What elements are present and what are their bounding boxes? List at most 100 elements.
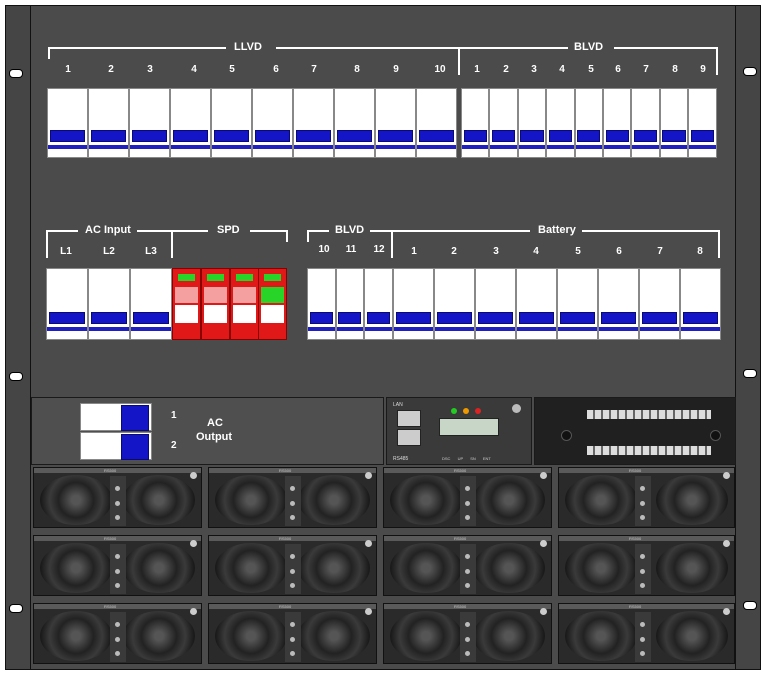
ac-input-label: AC Input	[85, 224, 131, 236]
rectifier-module-r3c4[interactable]: RS500	[558, 603, 735, 664]
rectifier-indicator	[290, 569, 295, 574]
rectifier-module-r1c1[interactable]: RS500	[33, 467, 202, 528]
llvd-breaker-1[interactable]	[47, 88, 88, 158]
llvd-breaker-10[interactable]	[416, 88, 457, 158]
battery-breaker-4[interactable]	[516, 268, 557, 340]
ac-output-label-line1: AC	[207, 417, 223, 429]
rectifier-module-r2c4[interactable]: RS500	[558, 535, 735, 596]
rectifier-model-label: RS500	[454, 536, 467, 541]
rectifier-latch-knob[interactable]	[190, 608, 197, 615]
llvd-breaker-2[interactable]	[88, 88, 129, 158]
rectifier-latch-knob[interactable]	[190, 472, 197, 479]
rectifier-indicator	[640, 622, 645, 627]
battery-breaker-6[interactable]	[598, 268, 639, 340]
blvd-mid-breaker-10[interactable]	[307, 268, 336, 340]
llvd-breaker-3[interactable]	[129, 88, 170, 158]
llvd-breaker-5[interactable]	[211, 88, 252, 158]
rectifier-module-r2c2[interactable]: RS500	[208, 535, 377, 596]
blvd-top-breaker-3[interactable]	[517, 88, 547, 158]
ac-output-breaker-2[interactable]	[80, 432, 152, 460]
battery-label: Battery	[538, 224, 576, 236]
rectifier-model-label: RS500	[454, 604, 467, 609]
fan-right-icon	[656, 543, 728, 593]
ac-input-L2: L2	[103, 246, 115, 257]
blvd-top-breaker-7[interactable]	[631, 88, 660, 158]
rectifier-handle	[34, 468, 201, 473]
rectifier-indicator	[115, 622, 120, 627]
rectifier-model-label: RS500	[629, 536, 642, 541]
spd-module-4[interactable]	[258, 268, 288, 340]
mounting-hole	[743, 601, 757, 610]
blvd-top-breaker-5[interactable]	[574, 88, 603, 158]
blvd-mid-breaker-12[interactable]	[364, 268, 393, 340]
battery-breaker-8[interactable]	[680, 268, 721, 340]
llvd-breaker-9[interactable]	[375, 88, 416, 158]
blvd-top-breaker-2[interactable]	[489, 88, 518, 158]
ac-input-breaker-L1[interactable]	[46, 268, 88, 340]
battery-breaker-2[interactable]	[434, 268, 475, 340]
breaker-busbar	[417, 145, 456, 149]
blvd-mid-breaker-11[interactable]	[335, 268, 364, 340]
rectifier-latch-knob[interactable]	[365, 540, 372, 547]
lan-port[interactable]	[397, 410, 421, 427]
battery-breaker-7[interactable]	[639, 268, 680, 340]
ac-output-breaker-1[interactable]	[80, 403, 152, 431]
rectifier-latch-knob[interactable]	[540, 472, 547, 479]
rectifier-latch-knob[interactable]	[540, 608, 547, 615]
breaker-busbar	[130, 145, 169, 149]
rectifier-indicator	[290, 637, 295, 642]
spd-module-3[interactable]	[229, 268, 259, 340]
rectifier-module-r1c4[interactable]: RS500	[558, 467, 735, 528]
llvd-number-4: 4	[191, 64, 197, 75]
breaker-busbar	[517, 327, 556, 331]
spd-status-flag	[232, 287, 256, 303]
blvd-top-breaker-1[interactable]	[461, 88, 490, 158]
rectifier-module-r3c1[interactable]: RS500	[33, 603, 202, 664]
blvd-top-breaker-4[interactable]	[546, 88, 575, 158]
blvd-top-breaker-6[interactable]	[603, 88, 632, 158]
controller-keys[interactable]: DSC UP SN ENT	[442, 456, 491, 461]
rectifier-module-r3c3[interactable]: RS500	[383, 603, 552, 664]
battery-breaker-5[interactable]	[557, 268, 598, 340]
rectifier-module-r1c2[interactable]: RS500	[208, 467, 377, 528]
breaker-busbar	[89, 327, 129, 331]
rectifier-module-r1c3[interactable]: RS500	[383, 467, 552, 528]
llvd-breaker-7[interactable]	[293, 88, 334, 158]
key-ent[interactable]: ENT	[483, 456, 491, 461]
rectifier-latch-knob[interactable]	[190, 540, 197, 547]
llvd-breaker-6[interactable]	[252, 88, 293, 158]
breaker-lever	[548, 130, 572, 142]
rectifier-module-r3c2[interactable]: RS500	[208, 603, 377, 664]
key-sn[interactable]: SN	[470, 456, 476, 461]
key-up[interactable]: UP	[458, 456, 463, 461]
breaker-lever	[214, 130, 249, 142]
rectifier-latch-knob[interactable]	[365, 472, 372, 479]
ac-input-breaker-L3[interactable]	[130, 268, 172, 340]
battery-breaker-3[interactable]	[475, 268, 516, 340]
rectifier-indicator	[115, 569, 120, 574]
rectifier-latch-knob[interactable]	[723, 608, 730, 615]
rectifier-indicator	[640, 515, 645, 520]
rectifier-latch-knob[interactable]	[723, 540, 730, 547]
rectifier-latch-knob[interactable]	[365, 608, 372, 615]
blvd-top-breaker-9[interactable]	[688, 88, 717, 158]
rectifier-indicator	[465, 622, 470, 627]
llvd-breaker-4[interactable]	[170, 88, 211, 158]
fan-left-icon	[565, 475, 637, 525]
blvd-top-breaker-8[interactable]	[659, 88, 689, 158]
battery-breaker-1[interactable]	[393, 268, 434, 340]
rs485-port[interactable]	[397, 429, 421, 446]
rectifier-latch-knob[interactable]	[723, 472, 730, 479]
llvd-number-8: 8	[354, 64, 360, 75]
llvd-label: LLVD	[234, 41, 262, 53]
spd-module-2[interactable]	[200, 268, 230, 340]
ac-input-breaker-L2[interactable]	[88, 268, 130, 340]
rectifier-latch-knob[interactable]	[540, 540, 547, 547]
llvd-breaker-8[interactable]	[334, 88, 375, 158]
rectifier-module-r2c3[interactable]: RS500	[383, 535, 552, 596]
spd-body	[261, 305, 285, 323]
key-dsc[interactable]: DSC	[442, 456, 450, 461]
spd-module-1[interactable]	[172, 268, 201, 340]
fan-right-icon	[123, 543, 195, 593]
rectifier-module-r2c1[interactable]: RS500	[33, 535, 202, 596]
